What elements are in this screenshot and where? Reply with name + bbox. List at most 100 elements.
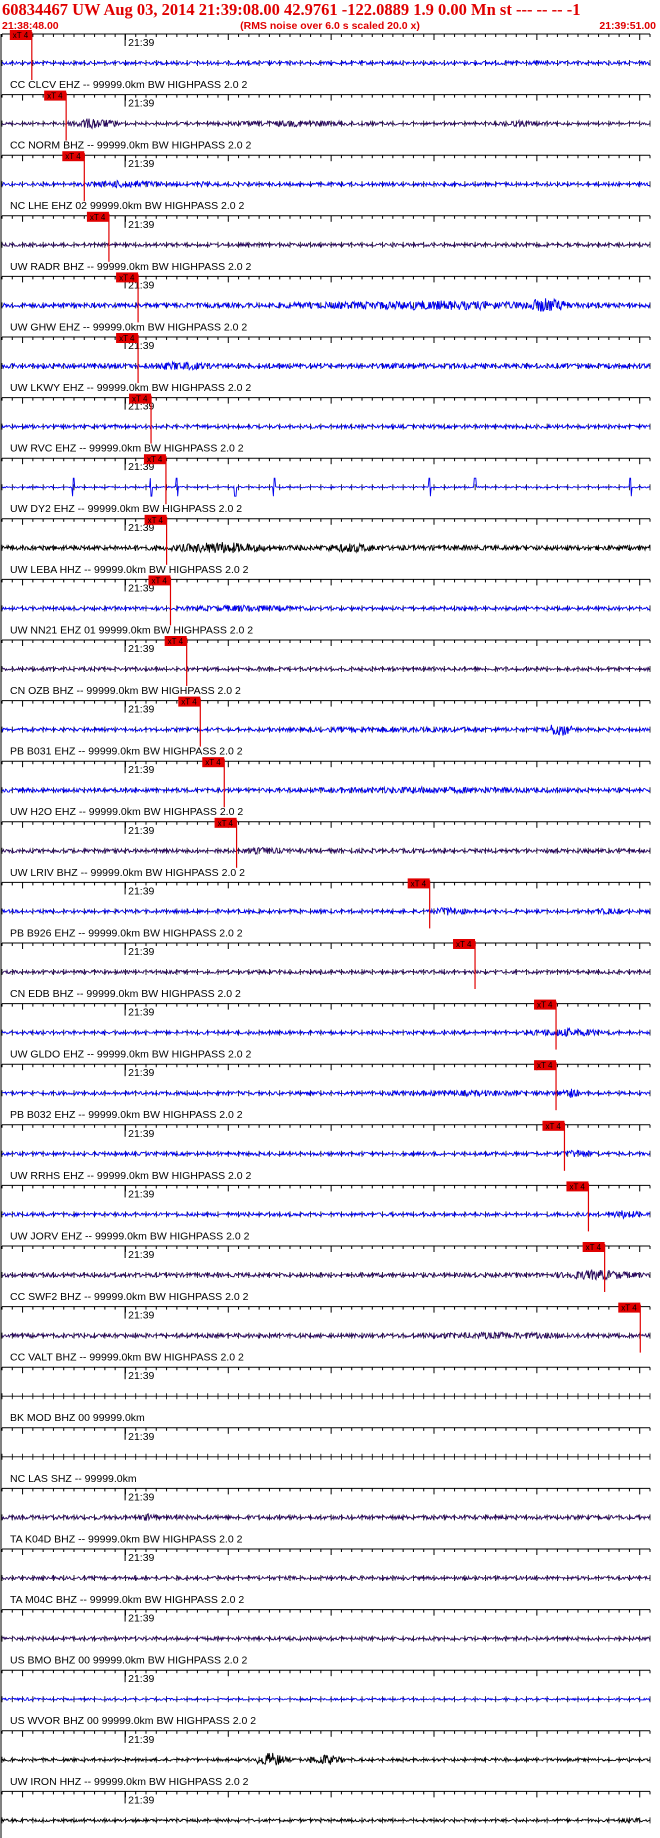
pick-marker-label: xT 4 (586, 1243, 602, 1252)
minute-tick-label: 21:39 (128, 1794, 154, 1806)
waveform-trace (1, 1088, 651, 1098)
waveform-trace (1, 665, 651, 673)
pick-marker-label: xT 4 (569, 1182, 585, 1191)
minute-tick-label: 21:39 (128, 1491, 154, 1503)
pick-marker-label: xT 4 (456, 940, 472, 949)
pick-marker-label: xT 4 (205, 758, 221, 767)
pick-marker-label: xT 4 (545, 1122, 561, 1131)
waveform-trace (1, 241, 651, 249)
waveform-trace (1, 59, 651, 67)
minute-tick-label: 21:39 (128, 37, 154, 49)
pick-marker-label: xT 4 (621, 1304, 637, 1313)
station-label: US BMO BHZ 00 99999.0km BW HIGHPASS 2.0 … (10, 1655, 247, 1667)
station-label: CC VALT BHZ -- 99999.0km BW HIGHPASS 2.0… (10, 1352, 244, 1364)
station-label: UW H2O EHZ -- 99999.0km BW HIGHPASS 2.0 … (10, 806, 243, 818)
minute-tick-label: 21:39 (128, 643, 154, 655)
pick-marker-label: xT 4 (132, 395, 148, 404)
minute-tick-label: 21:39 (128, 885, 154, 897)
station-label: UW GLDO EHZ -- 99999.0km BW HIGHPASS 2.0… (10, 1049, 252, 1061)
minute-tick-label: 21:39 (128, 1734, 154, 1746)
pick-marker-label: xT 4 (147, 455, 163, 464)
station-label: US WVOR BHZ 00 99999.0km BW HIGHPASS 2.0… (10, 1715, 256, 1727)
waveform-trace (1, 541, 651, 554)
waveform-trace (1, 1696, 651, 1702)
station-label: UW RVC EHZ -- 99999.0km BW HIGHPASS 2.0 … (10, 443, 244, 455)
waveform-trace (1, 1149, 651, 1158)
minute-tick-label: 21:39 (128, 1431, 154, 1443)
pick-marker-label: xT 4 (151, 576, 167, 585)
waveform-trace (1, 179, 651, 189)
minute-tick-label: 21:39 (128, 158, 154, 170)
minute-tick-label: 21:39 (128, 1249, 154, 1261)
station-label: PB B032 EHZ -- 99999.0km BW HIGHPASS 2.0… (10, 1109, 243, 1121)
minute-tick-label: 21:39 (128, 825, 154, 837)
pick-marker-label: xT 4 (148, 516, 164, 525)
station-label: CN OZB BHZ -- 99999.0km BW HIGHPASS 2.0 … (10, 685, 241, 697)
station-label: UW DY2 EHZ -- 99999.0km BW HIGHPASS 2.0 … (10, 503, 242, 515)
waveform-trace (1, 477, 651, 497)
station-label: UW RRHS EHZ -- 99999.0km BW HIGHPASS 2.0… (10, 1170, 252, 1182)
waveform-trace (1, 118, 651, 130)
minute-tick-label: 21:39 (128, 1310, 154, 1322)
station-label: NC LAS SHZ -- 99999.0km (10, 1473, 137, 1485)
station-label: UW LEBA HHZ -- 99999.0km BW HIGHPASS 2.0… (10, 564, 249, 576)
waveform-trace (1, 1816, 651, 1824)
station-label: CC NORM BHZ -- 99999.0km BW HIGHPASS 2.0… (10, 140, 252, 152)
minute-tick-label: 21:39 (128, 219, 154, 231)
minute-tick-label: 21:39 (128, 1552, 154, 1564)
waveform-trace (1, 360, 651, 371)
pick-marker-label: xT 4 (119, 334, 135, 343)
station-label: CC CLCV EHZ -- 99999.0km BW HIGHPASS 2.0… (10, 79, 247, 91)
waveform-trace (2, 906, 651, 916)
station-label: CN EDB BHZ -- 99999.0km BW HIGHPASS 2.0 … (10, 988, 241, 1000)
pick-marker-label: xT 4 (411, 879, 427, 888)
waveform-trace (1, 846, 651, 856)
waveform-trace (1, 968, 651, 976)
waveform-trace (1, 1635, 651, 1642)
station-label: UW GHW EHZ -- 99999.0km BW HIGHPASS 2.0 … (10, 321, 247, 333)
waveform-trace (1, 1752, 651, 1766)
minute-tick-label: 21:39 (128, 764, 154, 776)
station-label: UW RADR BHZ -- 99999.0km BW HIGHPASS 2.0… (10, 261, 252, 273)
pick-marker-label: xT 4 (90, 213, 106, 222)
waveform-trace (1, 1210, 651, 1220)
minute-tick-label: 21:39 (128, 1613, 154, 1625)
station-label: CC SWF2 BHZ -- 99999.0km BW HIGHPASS 2.0… (10, 1291, 249, 1303)
minute-tick-label: 21:39 (128, 946, 154, 958)
minute-tick-label: 21:39 (128, 1128, 154, 1140)
minute-tick-label: 21:39 (128, 704, 154, 716)
waveform-trace (1, 724, 651, 736)
pick-marker-label: xT 4 (537, 1061, 553, 1070)
minute-tick-label: 21:39 (128, 98, 154, 110)
station-label: UW LKWY EHZ -- 99999.0km BW HIGHPASS 2.0… (10, 382, 251, 394)
station-label: UW IRON HHZ -- 99999.0km BW HIGHPASS 2.0… (10, 1776, 249, 1788)
waveform-trace (1, 1268, 651, 1281)
pick-marker-label: xT 4 (181, 698, 197, 707)
minute-tick-label: 21:39 (128, 1007, 154, 1019)
waveform-trace (1, 1026, 651, 1037)
pick-marker-label: xT 4 (47, 92, 63, 101)
minute-tick-label: 21:39 (128, 1188, 154, 1200)
station-label: UW NN21 EHZ 01 99999.0km BW HIGHPASS 2.0… (10, 624, 253, 636)
pick-marker-label: xT 4 (537, 1001, 553, 1010)
pick-marker-label: xT 4 (218, 819, 234, 828)
minute-tick-label: 21:39 (128, 1673, 154, 1685)
station-label: UW JORV EHZ -- 99999.0km BW HIGHPASS 2.0… (10, 1230, 250, 1242)
pick-marker-label: xT 4 (65, 152, 81, 161)
waveform-trace (1, 603, 651, 613)
station-label: PB B031 EHZ -- 99999.0km BW HIGHPASS 2.0… (10, 746, 243, 758)
waveform-trace (1, 297, 651, 313)
station-label: UW LRIV BHZ -- 99999.0km BW HIGHPASS 2.0… (10, 867, 245, 879)
seismogram-plot: 21:39xT 4CC CLCV EHZ -- 99999.0km BW HIG… (0, 30, 651, 1838)
waveform-trace (1, 423, 651, 430)
waveform-trace (1, 785, 651, 795)
station-label: PB B926 EHZ -- 99999.0km BW HIGHPASS 2.0… (10, 927, 243, 939)
waveform-trace (1, 1513, 651, 1522)
station-label: TA K04D BHZ -- 99999.0km BW HIGHPASS 2.0… (10, 1533, 243, 1545)
station-label: NC LHE EHZ 02 99999.0km BW HIGHPASS 2.0 … (10, 200, 245, 212)
station-label: TA M04C BHZ -- 99999.0km BW HIGHPASS 2.0… (10, 1594, 244, 1606)
minute-tick-label: 21:39 (128, 1370, 154, 1382)
waveform-trace (1, 1331, 651, 1340)
waveform-trace (1, 1574, 651, 1582)
minute-tick-label: 21:39 (128, 1067, 154, 1079)
